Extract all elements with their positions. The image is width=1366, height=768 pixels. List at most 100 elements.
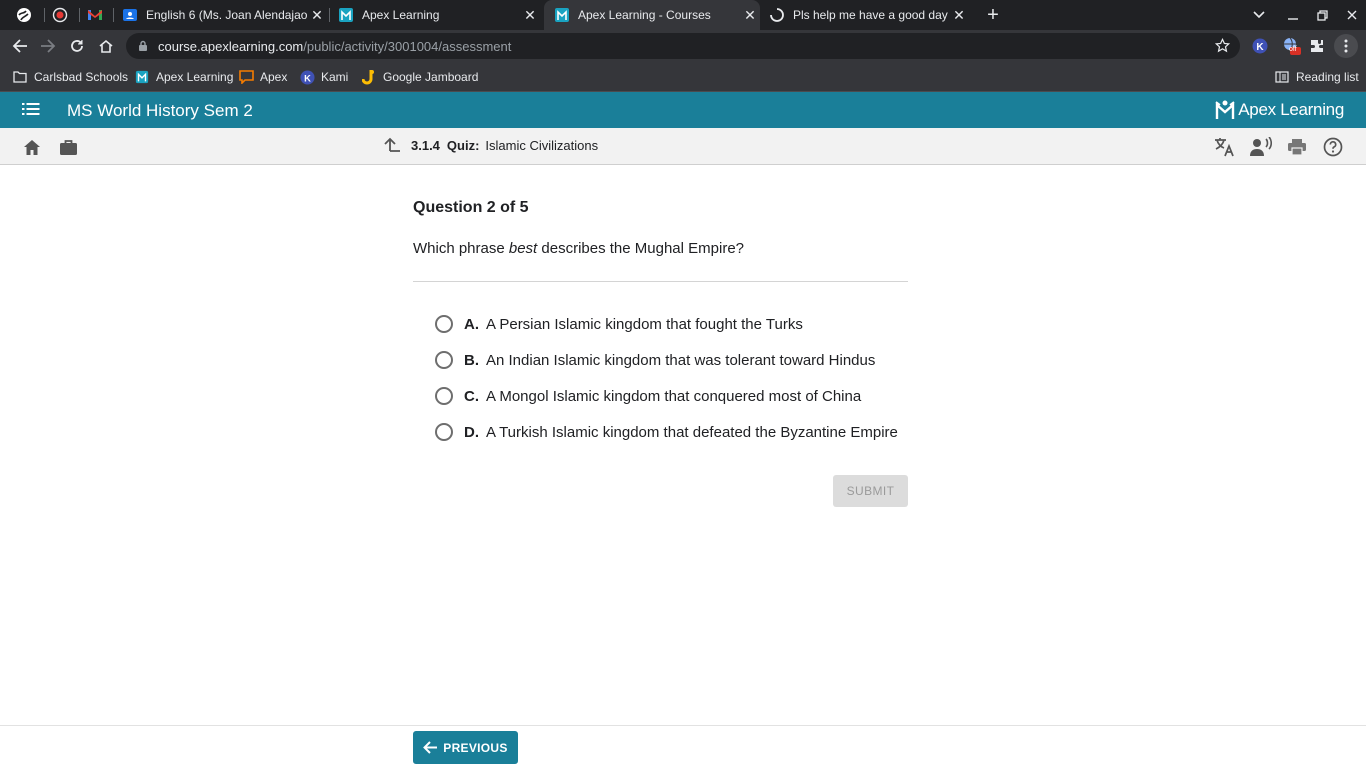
previous-button[interactable]: PREVIOUS <box>413 731 518 764</box>
svg-text:K: K <box>1256 42 1264 53</box>
apex-icon <box>134 69 150 85</box>
menu-list-icon[interactable] <box>22 102 42 118</box>
close-icon[interactable]: ✕ <box>740 7 760 24</box>
answer-text: A Persian Islamic kingdom that fought th… <box>486 315 803 333</box>
tab-english-6[interactable]: English 6 (Ms. Joan Alendajao) · ✕ <box>122 0 327 30</box>
divider <box>413 281 908 282</box>
reading-list-label: Reading list <box>1296 70 1359 84</box>
question-counter: Question 2 of 5 <box>413 199 529 216</box>
tab-apex-courses[interactable]: Apex Learning - Courses ✕ <box>544 0 760 30</box>
bookmark-apex-learning[interactable]: Apex Learning <box>134 68 233 86</box>
more-menu-icon[interactable] <box>1334 34 1358 58</box>
minimize-icon[interactable] <box>1283 0 1303 30</box>
kami-icon: K <box>299 69 315 85</box>
tab-pinned-2[interactable] <box>52 0 72 30</box>
level-up-icon[interactable] <box>384 137 401 153</box>
tab-title: English 6 (Ms. Joan Alendajao) · <box>146 8 307 22</box>
url-host: course.apexlearning.com <box>158 38 304 54</box>
bookmark-label: Carlsbad Schools <box>34 70 129 84</box>
answer-option-a[interactable]: A. A Persian Islamic kingdom that fought… <box>413 306 908 342</box>
extensions-icon[interactable] <box>1305 34 1329 58</box>
apex-logo-icon <box>1215 99 1235 121</box>
tab-pls-help[interactable]: Pls help me have a good day tha ✕ <box>769 0 969 30</box>
reload-icon[interactable] <box>65 34 89 58</box>
radio-button[interactable] <box>435 351 453 369</box>
breadcrumb: 3.1.4 Quiz: Islamic Civilizations <box>384 137 598 153</box>
browser-toolbar: course.apexlearning.com/public/activity/… <box>0 30 1366 62</box>
record-icon <box>52 7 68 23</box>
close-icon[interactable]: ✕ <box>949 7 969 24</box>
question-post: describes the Mughal Empire? <box>537 240 745 257</box>
close-icon[interactable]: ✕ <box>307 7 327 24</box>
bookmarks-bar: Carlsbad Schools Apex Learning Apex K Ka… <box>0 62 1366 92</box>
tab-title: Apex Learning - Courses <box>578 8 711 22</box>
new-tab-icon[interactable]: + <box>983 0 1003 30</box>
star-icon[interactable] <box>1215 38 1230 53</box>
activity-bar: 3.1.4 Quiz: Islamic Civilizations <box>0 128 1366 165</box>
briefcase-icon[interactable] <box>57 136 79 158</box>
kami-extension-icon[interactable]: K <box>1248 34 1272 58</box>
submit-button[interactable]: SUBMIT <box>833 475 908 507</box>
restore-icon[interactable] <box>1312 0 1332 30</box>
svg-text:K: K <box>304 73 311 83</box>
tab-apex-learning[interactable]: Apex Learning ✕ <box>338 0 540 30</box>
bookmark-carlsbad-schools[interactable]: Carlsbad Schools <box>12 68 128 86</box>
activity-title: Islamic Civilizations <box>485 137 599 153</box>
tab-title: Pls help me have a good day tha <box>793 8 949 22</box>
answer-list: A. A Persian Islamic kingdom that fought… <box>413 306 908 450</box>
reading-list-button[interactable]: Reading list <box>1274 68 1359 86</box>
footer-nav: PREVIOUS <box>0 725 1366 768</box>
bookmark-label: Kami <box>321 70 349 84</box>
close-icon[interactable]: ✕ <box>520 7 540 24</box>
answer-letter: D. <box>464 423 479 441</box>
close-window-icon[interactable] <box>1342 0 1362 30</box>
quiz-content: Question 2 of 5 Which phrase best descri… <box>413 199 908 507</box>
activity-type: Quiz: <box>446 137 480 153</box>
extension-badge: off <box>1289 46 1297 53</box>
text-to-speech-icon[interactable] <box>1250 136 1272 158</box>
tab-pinned-1[interactable] <box>16 0 36 30</box>
tab-gmail[interactable] <box>87 0 107 30</box>
brand-logo: Apex Learning <box>1215 99 1344 121</box>
back-icon[interactable] <box>8 34 32 58</box>
radio-button[interactable] <box>435 387 453 405</box>
bookmark-kami[interactable]: K Kami <box>299 68 348 86</box>
home-icon[interactable] <box>94 34 118 58</box>
reading-list-icon <box>1274 69 1290 85</box>
answer-option-b[interactable]: B. An Indian Islamic kingdom that was to… <box>413 342 908 378</box>
answer-letter: B. <box>464 351 479 369</box>
print-icon[interactable] <box>1286 136 1308 158</box>
classroom-icon <box>122 7 138 23</box>
tab-title: Apex Learning <box>362 8 440 22</box>
radio-button[interactable] <box>435 423 453 441</box>
radio-button[interactable] <box>435 315 453 333</box>
answer-option-d[interactable]: D. A Turkish Islamic kingdom that defeat… <box>413 414 908 450</box>
translate-icon[interactable] <box>1214 136 1236 158</box>
answer-letter: C. <box>464 387 479 405</box>
home-icon[interactable] <box>21 136 43 158</box>
bookmark-label: Apex Learning <box>156 70 234 84</box>
gmail-icon <box>87 7 103 23</box>
bookmark-label: Google Jamboard <box>383 70 479 84</box>
help-icon[interactable] <box>1322 136 1344 158</box>
loading-icon <box>769 7 785 23</box>
answer-text: An Indian Islamic kingdom that was toler… <box>486 351 876 369</box>
bookmark-label: Apex <box>260 70 288 84</box>
course-title: MS World History Sem 2 <box>67 101 253 120</box>
address-bar[interactable]: course.apexlearning.com/public/activity/… <box>126 33 1240 59</box>
page-icon <box>16 7 32 23</box>
tab-search-icon[interactable] <box>1249 0 1269 30</box>
url-path: /public/activity/3001004/assessment <box>303 38 512 54</box>
forward-icon[interactable] <box>36 34 60 58</box>
answer-option-c[interactable]: C. A Mongol Islamic kingdom that conquer… <box>413 378 908 414</box>
bookmark-google-jamboard[interactable]: Google Jamboard <box>361 68 478 86</box>
folder-icon <box>12 69 28 85</box>
question-pre: Which phrase <box>413 240 509 257</box>
lock-icon <box>138 40 148 52</box>
jamboard-icon <box>361 69 377 85</box>
browser-tab-strip: English 6 (Ms. Joan Alendajao) · ✕ Apex … <box>0 0 1366 30</box>
extension-globe-icon[interactable]: off <box>1279 34 1303 58</box>
answer-letter: A. <box>464 315 479 333</box>
bookmark-apex[interactable]: Apex <box>238 68 287 86</box>
answer-text: A Mongol Islamic kingdom that conquered … <box>486 387 862 405</box>
